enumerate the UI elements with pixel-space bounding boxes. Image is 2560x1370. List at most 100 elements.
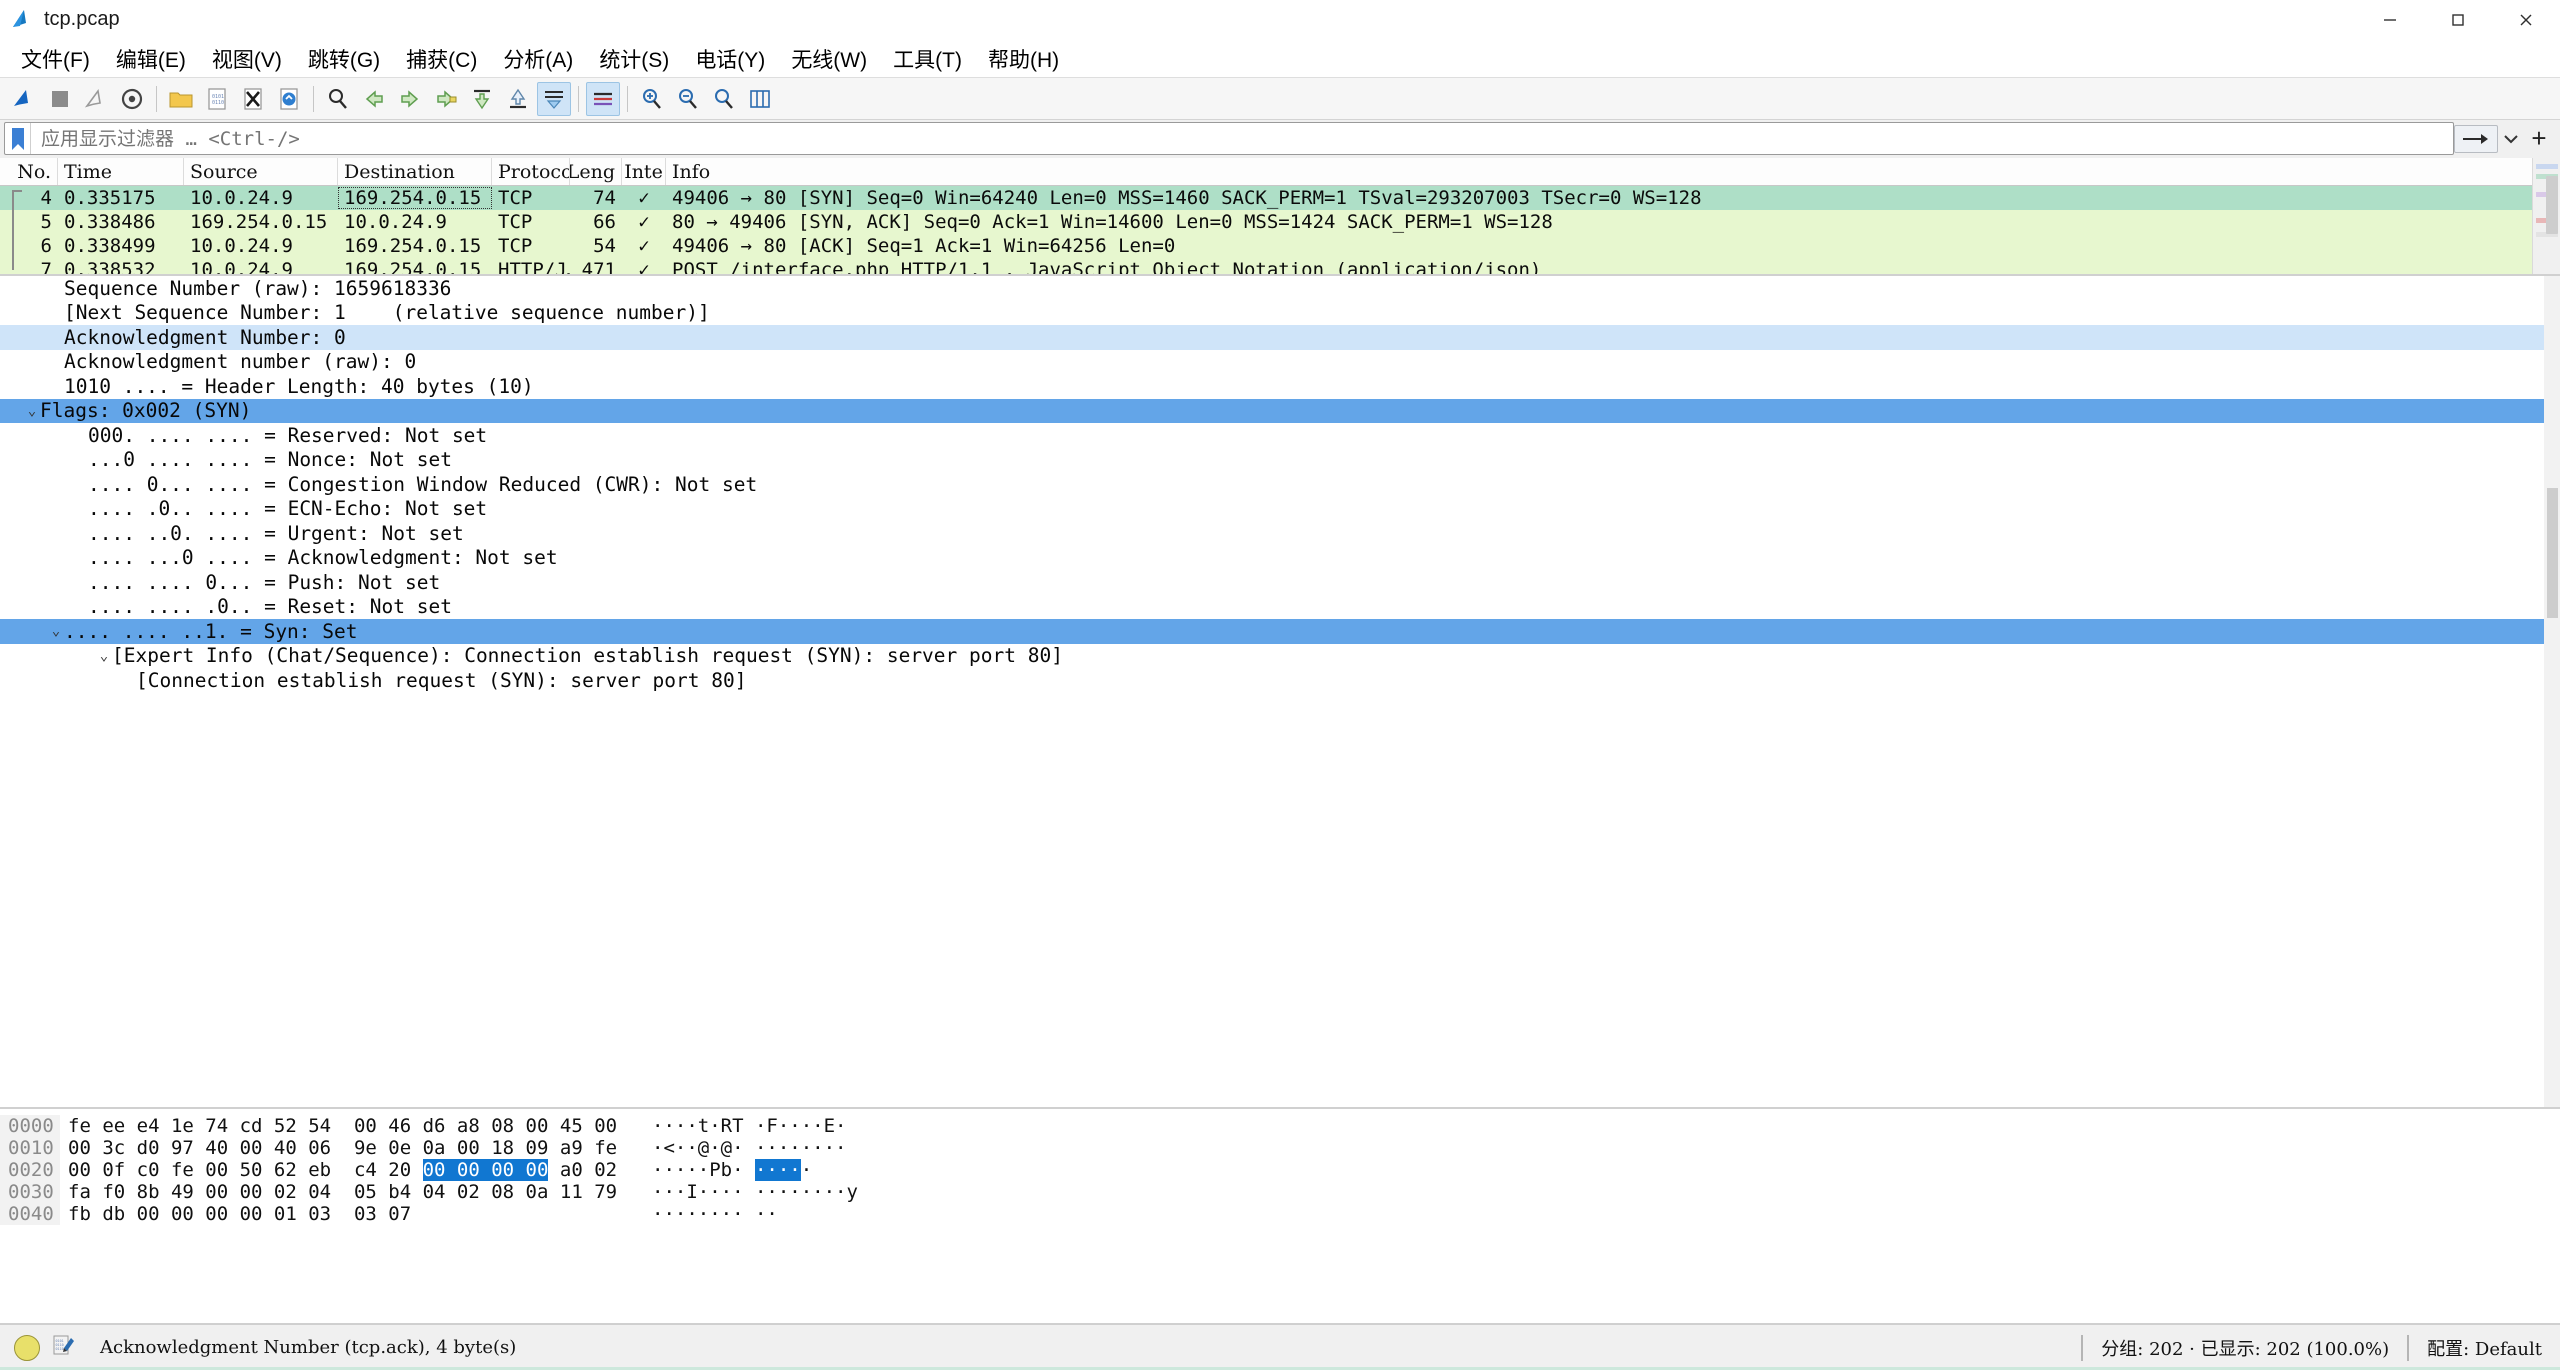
menu-view[interactable]: 视图(V) [199, 43, 295, 75]
detail-tree-label: .... .... 0... = Push: Not set [88, 570, 441, 594]
packet-bytes-pane[interactable]: 0000 fe ee e4 1e 74 cd 52 54 00 46 d6 a8 … [0, 1109, 2560, 1324]
detail-tree-item[interactable]: Acknowledgment Number: 0 [0, 325, 2560, 350]
detail-tree-item[interactable]: .... .0.. .... = ECN-Echo: Not set [0, 497, 2560, 522]
chevron-down-icon[interactable]: ⌄ [24, 403, 40, 419]
open-file-icon[interactable] [164, 82, 198, 116]
detail-tree-item[interactable]: Acknowledgment number (raw): 0 [0, 350, 2560, 375]
menu-edit[interactable]: 编辑(E) [103, 43, 199, 75]
detail-tree-item[interactable]: Sequence Number (raw): 1659618336 [0, 276, 2560, 301]
hex-dump[interactable]: 0000 fe ee e4 1e 74 cd 52 54 00 46 d6 a8 … [0, 1115, 2560, 1225]
hex-dump-row[interactable]: 0040 fb db 00 00 00 00 01 03 03 07 ·······… [0, 1203, 2560, 1225]
colorize-icon[interactable] [586, 81, 620, 116]
chevron-down-icon[interactable] [2500, 134, 2522, 144]
zoom-out-icon[interactable] [671, 82, 705, 116]
capture-comment-icon[interactable]: 0101 0110 0110 [50, 1332, 76, 1363]
detail-tree-item[interactable]: 000. .... .... = Reserved: Not set [0, 423, 2560, 448]
chevron-down-icon[interactable]: ⌄ [48, 623, 64, 639]
detail-tree-item[interactable]: ⌄ Flags: 0x002 (SYN) [0, 398, 2560, 423]
zoom-reset-icon[interactable] [707, 82, 741, 116]
resize-columns-icon[interactable] [743, 82, 777, 116]
status-profile[interactable]: 配置: Default [2427, 1335, 2560, 1361]
go-forward-icon[interactable] [393, 82, 427, 116]
scrollbar-thumb[interactable] [2547, 488, 2558, 618]
apply-filter-arrow-icon[interactable] [2454, 124, 2498, 153]
table-row[interactable]: 5 0.338486 169.254.0.15 10.0.24.9 TCP 66 ✓ 80 →… [0, 210, 2560, 234]
close-button[interactable] [2492, 0, 2560, 40]
packet-list-scrollbar[interactable] [2532, 158, 2560, 274]
packet-detail-tree[interactable]: Sequence Number (raw): 1659618336 [Next S… [0, 276, 2560, 693]
capture-options-icon[interactable] [115, 82, 149, 116]
detail-scrollbar[interactable] [2544, 276, 2560, 1107]
packet-detail-pane[interactable]: Sequence Number (raw): 1659618336 [Next S… [0, 276, 2560, 1109]
hex-dump-row[interactable]: 0010 00 3c d0 97 40 00 40 06 9e 0e 0a 00 … [0, 1137, 2560, 1159]
wireshark-window: tcp.pcap 文件(F) 编辑(E) 视图(V) 跳转(G) 捕获(C) 分… [0, 0, 2560, 1370]
detail-tree-item[interactable]: ⌄.... .... ..1. = Syn: Set [0, 619, 2560, 644]
menu-statistics[interactable]: 统计(S) [586, 43, 682, 75]
detail-tree-item[interactable]: [Connection establish request (SYN): ser… [0, 668, 2560, 693]
autoscroll-icon[interactable] [537, 81, 571, 116]
column-header-no[interactable]: No. [0, 158, 58, 185]
detail-tree-item[interactable]: 1010 .... = Header Length: 40 bytes (10) [0, 374, 2560, 399]
restart-capture-icon[interactable] [79, 82, 113, 116]
hex-dump-row[interactable]: 0000 fe ee e4 1e 74 cd 52 54 00 46 d6 a8 … [0, 1115, 2560, 1137]
detail-tree-item[interactable]: .... .... 0... = Push: Not set [0, 570, 2560, 595]
column-header-source[interactable]: Source [184, 158, 338, 185]
start-capture-icon[interactable] [7, 82, 41, 116]
column-header-interface[interactable]: Inte [622, 158, 666, 185]
go-last-packet-icon[interactable] [501, 82, 535, 116]
close-file-icon[interactable] [236, 82, 270, 116]
menu-help[interactable]: 帮助(H) [975, 43, 1072, 75]
toolbar-separator [627, 85, 628, 112]
save-file-icon[interactable]: 0101 0110 [200, 82, 234, 116]
svg-text:0110: 0110 [56, 1347, 64, 1351]
go-first-packet-icon[interactable] [465, 82, 499, 116]
detail-tree-item[interactable]: .... ...0 .... = Acknowledgment: Not set [0, 546, 2560, 571]
cell-info: 49406 → 80 [SYN] Seq=0 Win=64240 Len=0 M… [672, 187, 1702, 209]
detail-tree-item[interactable]: ⌄ [Expert Info (Chat/Sequence): Connectio… [0, 644, 2560, 669]
column-header-length[interactable]: Leng [570, 158, 622, 185]
cell-interface: ✓ [638, 235, 650, 257]
column-header-info[interactable]: Info [666, 158, 2560, 185]
find-packet-icon[interactable] [321, 82, 355, 116]
menu-file[interactable]: 文件(F) [8, 43, 103, 75]
column-header-protocol[interactable]: Protocol [492, 158, 570, 185]
bookmark-icon[interactable] [5, 123, 31, 154]
go-back-icon[interactable] [357, 82, 391, 116]
go-to-packet-icon[interactable] [429, 82, 463, 116]
detail-tree-label: .... .0.. .... = ECN-Echo: Not set [88, 497, 488, 521]
filter-input-wrapper[interactable] [4, 122, 2454, 155]
detail-tree-item[interactable]: .... .... .0.. = Reset: Not set [0, 595, 2560, 620]
menu-bar: 文件(F) 编辑(E) 视图(V) 跳转(G) 捕获(C) 分析(A) 统计(S… [0, 40, 2560, 78]
detail-tree-item[interactable]: .... 0... .... = Congestion Window Reduc… [0, 472, 2560, 497]
packet-list-body[interactable]: 4 0.335175 10.0.24.9 169.254.0.15 TCP 74 ✓ 4940… [0, 186, 2560, 274]
menu-go[interactable]: 跳转(G) [295, 43, 393, 75]
column-header-time[interactable]: Time [58, 158, 184, 185]
plus-icon[interactable]: + [2522, 123, 2556, 154]
menu-telephony[interactable]: 电话(Y) [682, 43, 778, 75]
hex-dump-row[interactable]: 0020 00 0f c0 fe 00 50 62 eb c4 20 00 00 … [0, 1159, 2560, 1181]
menu-analyze[interactable]: 分析(A) [490, 43, 586, 75]
window-title: tcp.pcap [44, 8, 120, 30]
scrollbar-thumb[interactable] [2546, 176, 2558, 234]
table-row[interactable]: 7 0.338532 10.0.24.9 169.254.0.15 HTTP/J… 471… [0, 258, 2560, 274]
table-row[interactable]: 6 0.338499 10.0.24.9 169.254.0.15 TCP 54 ✓ 4940… [0, 234, 2560, 258]
detail-tree-item[interactable]: ...0 .... .... = Nonce: Not set [0, 448, 2560, 473]
chevron-down-icon[interactable]: ⌄ [96, 648, 112, 664]
detail-tree-item[interactable]: [Next Sequence Number: 1 (relative seque… [0, 301, 2560, 326]
detail-tree-label: .... 0... .... = Congestion Window Reduc… [88, 472, 758, 496]
maximize-button[interactable] [2424, 0, 2492, 40]
menu-capture[interactable]: 捕获(C) [393, 43, 490, 75]
column-header-destination[interactable]: Destination [338, 158, 492, 185]
search-input[interactable] [31, 123, 2453, 154]
stop-capture-icon[interactable] [43, 82, 77, 116]
zoom-in-icon[interactable] [635, 82, 669, 116]
detail-tree-item[interactable]: .... ..0. .... = Urgent: Not set [0, 521, 2560, 546]
menu-wireless[interactable]: 无线(W) [778, 43, 880, 75]
menu-tools[interactable]: 工具(T) [880, 43, 975, 75]
cell-info: POST /interface.php HTTP/1.1 , JavaScrip… [672, 259, 1542, 274]
expert-info-icon[interactable] [14, 1334, 40, 1361]
minimize-button[interactable] [2356, 0, 2424, 40]
table-row[interactable]: 4 0.335175 10.0.24.9 169.254.0.15 TCP 74 ✓ 4940… [0, 186, 2560, 210]
reload-file-icon[interactable] [272, 82, 306, 116]
hex-dump-row[interactable]: 0030 fa f0 8b 49 00 00 02 04 05 b4 04 02 … [0, 1181, 2560, 1203]
